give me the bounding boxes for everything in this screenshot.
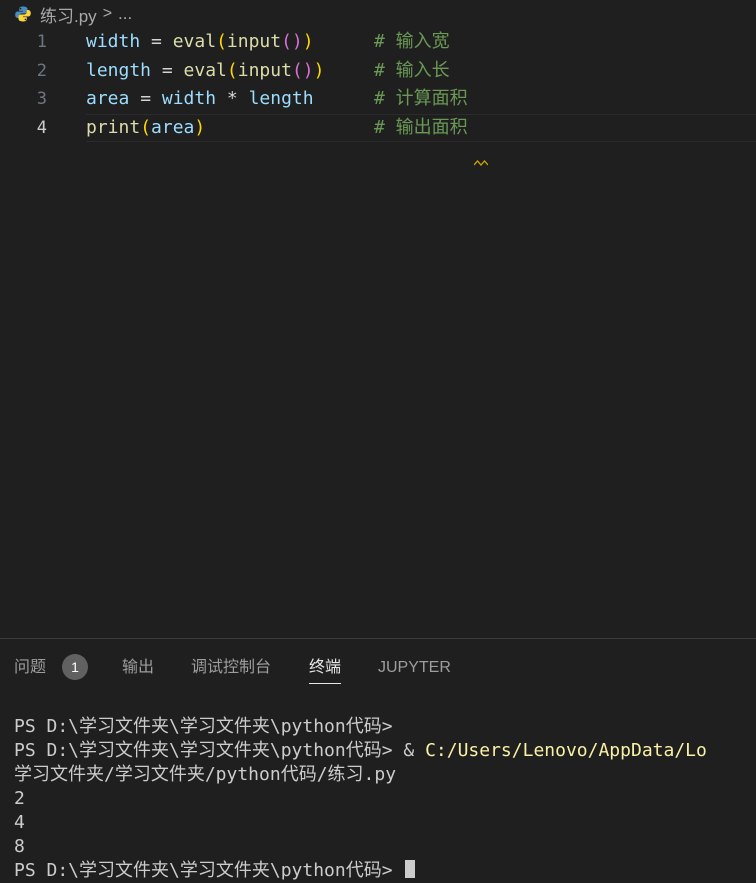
terminal-line: PS D:\学习文件夹\学习文件夹\python代码> bbox=[14, 716, 393, 737]
code-token: ( bbox=[216, 31, 227, 52]
code-token: area bbox=[86, 88, 130, 109]
terminal-line: PS D:\学习文件夹\学习文件夹\python代码> bbox=[14, 859, 756, 883]
code-token: ) bbox=[313, 60, 325, 81]
terminal-ampersand: & bbox=[403, 740, 426, 761]
code-token: width bbox=[86, 31, 141, 52]
terminal-cursor bbox=[405, 860, 416, 878]
line-number: 4 bbox=[36, 118, 47, 138]
code-token: length bbox=[248, 88, 314, 109]
code-token: eval bbox=[183, 60, 227, 81]
code-text: width = eval(input()) bbox=[86, 28, 314, 56]
code-token: * bbox=[216, 88, 249, 109]
code-token: eval bbox=[172, 31, 217, 52]
code-token: input bbox=[237, 60, 292, 81]
code-comment: # 输入宽 bbox=[374, 31, 450, 52]
code-token: () bbox=[281, 31, 303, 52]
terminal-line: 4 bbox=[14, 812, 25, 833]
code-token: input bbox=[226, 31, 282, 52]
warning-squiggle-icon[interactable] bbox=[474, 160, 488, 166]
problems-count-badge: 1 bbox=[62, 654, 88, 680]
code-token: length bbox=[86, 60, 152, 81]
breadcrumb: 练习.py > ... bbox=[0, 0, 756, 28]
tab-output[interactable]: 输出 bbox=[122, 657, 154, 679]
tab-debug-console[interactable]: 调试控制台 bbox=[191, 657, 271, 679]
code-token: ) bbox=[194, 117, 206, 138]
terminal-prompt: PS D:\学习文件夹\学习文件夹\python代码> bbox=[14, 860, 404, 881]
code-line-1[interactable]: 1 width = eval(input()) # 输入宽 bbox=[0, 28, 756, 56]
breadcrumb-more[interactable]: ... bbox=[118, 4, 132, 24]
code-text: length = eval(input()) bbox=[86, 57, 324, 85]
code-comment: # 输出面积 bbox=[374, 117, 468, 138]
code-comment: # 输入长 bbox=[374, 60, 450, 81]
terminal-line: PS D:\学习文件夹\学习文件夹\python代码> & C:/Users/L… bbox=[14, 739, 756, 763]
panel-tabs: 问题 1 输出 调试控制台 终端 JUPYTER bbox=[0, 639, 756, 697]
python-file-icon bbox=[15, 6, 31, 22]
code-text: print(area) bbox=[86, 114, 205, 142]
code-comment: # 计算面积 bbox=[374, 88, 468, 109]
terminal-output[interactable]: PS D:\学习文件夹\学习文件夹\python代码> PS D:\学习文件夹\… bbox=[14, 715, 756, 883]
code-token: () bbox=[291, 60, 314, 81]
tab-jupyter[interactable]: JUPYTER bbox=[378, 657, 451, 679]
code-token: = bbox=[140, 31, 173, 52]
code-token: ) bbox=[302, 31, 314, 52]
code-token: width bbox=[161, 88, 217, 109]
breadcrumb-file[interactable]: 练习.py bbox=[40, 2, 97, 27]
line-number: 1 bbox=[36, 32, 47, 52]
code-token: = bbox=[129, 88, 162, 109]
code-token: ( bbox=[226, 60, 238, 81]
line-number: 3 bbox=[36, 89, 47, 109]
terminal-line: 学习文件夹/学习文件夹/python代码/练习.py bbox=[14, 764, 397, 785]
code-line-2[interactable]: 2 length = eval(input()) # 输入长 bbox=[0, 57, 756, 85]
terminal-command: C:/Users/Lenovo/AppData/Lo bbox=[425, 740, 707, 761]
tab-terminal[interactable]: 终端 bbox=[309, 657, 342, 684]
code-line-3[interactable]: 3 area = width * length # 计算面积 bbox=[0, 85, 756, 113]
terminal-line: 2 bbox=[14, 788, 25, 809]
code-editor[interactable]: 1 width = eval(input()) # 输入宽 2 length =… bbox=[0, 28, 756, 638]
code-text: area = width * length bbox=[86, 85, 314, 113]
bottom-panel: 问题 1 输出 调试控制台 终端 JUPYTER PS D:\学习文件夹\学习文… bbox=[0, 638, 756, 881]
line-number: 2 bbox=[36, 61, 47, 81]
chevron-right-icon: > bbox=[102, 5, 113, 22]
tab-problems[interactable]: 问题 bbox=[14, 657, 46, 679]
code-token: ( bbox=[140, 117, 152, 138]
code-token: area bbox=[151, 117, 195, 138]
code-token: print bbox=[86, 117, 141, 138]
terminal-prompt: PS D:\学习文件夹\学习文件夹\python代码> bbox=[14, 740, 404, 761]
code-line-4[interactable]: 4 print(area) # 输出面积 bbox=[0, 114, 756, 142]
code-token: = bbox=[151, 60, 184, 81]
terminal-line: 8 bbox=[14, 836, 25, 857]
